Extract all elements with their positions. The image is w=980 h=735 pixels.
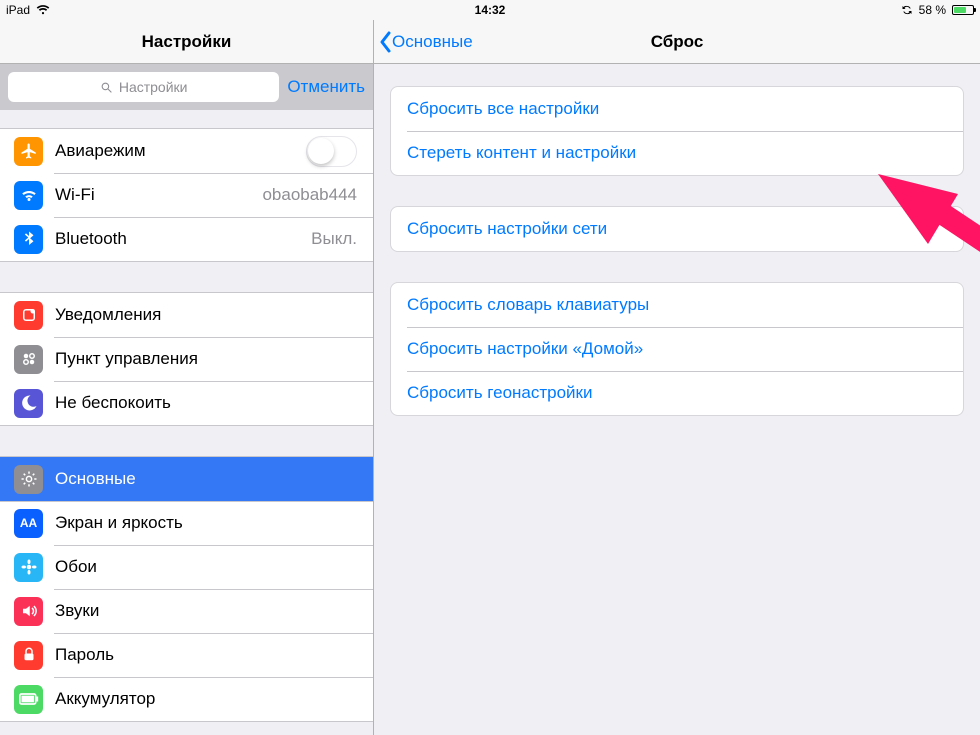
speaker-icon <box>14 597 43 626</box>
row-bluetooth[interactable]: Bluetooth Выкл. <box>0 217 373 261</box>
reset-group-2: Сбросить настройки сети <box>390 206 964 252</box>
right-navbar: Основные Сброс <box>374 20 980 64</box>
row-airplane[interactable]: Авиарежим <box>0 129 373 173</box>
back-button[interactable]: Основные <box>374 31 473 53</box>
row-label: Аккумулятор <box>55 689 357 709</box>
airplane-toggle[interactable] <box>306 136 357 167</box>
bluetooth-detail: Выкл. <box>311 229 357 249</box>
search-row: Настройки Отменить <box>0 64 373 110</box>
reset-network-settings[interactable]: Сбросить настройки сети <box>391 207 963 251</box>
wifi-detail: obaobab444 <box>262 185 357 205</box>
back-label: Основные <box>392 32 473 52</box>
search-icon <box>100 81 113 94</box>
sync-icon <box>901 4 913 16</box>
detail-pane: Основные Сброс Сбросить все настройки Ст… <box>374 20 980 735</box>
cell-label: Сбросить настройки «Домой» <box>407 339 643 359</box>
moon-icon <box>14 389 43 418</box>
sliders-icon <box>14 345 43 374</box>
row-label: Bluetooth <box>55 229 311 249</box>
group-notifications: Уведомления Пункт управления Не беспокои… <box>0 292 373 426</box>
row-label: Основные <box>55 469 357 489</box>
row-display[interactable]: AA Экран и яркость <box>0 501 373 545</box>
erase-all-content[interactable]: Стереть контент и настройки <box>391 131 963 175</box>
cell-label: Стереть контент и настройки <box>407 143 636 163</box>
row-battery[interactable]: Аккумулятор <box>0 677 373 721</box>
row-dnd[interactable]: Не беспокоить <box>0 381 373 425</box>
search-input[interactable]: Настройки <box>8 72 279 102</box>
cancel-button[interactable]: Отменить <box>287 77 365 97</box>
left-scroll[interactable]: Авиарежим Wi-Fi obaobab444 Bluetooth Вык… <box>0 110 373 735</box>
lock-icon <box>14 641 43 670</box>
row-control-center[interactable]: Пункт управления <box>0 337 373 381</box>
gear-icon <box>14 465 43 494</box>
cell-label: Сбросить геонастройки <box>407 383 593 403</box>
left-navbar: Настройки <box>0 20 373 64</box>
reset-home-layout[interactable]: Сбросить настройки «Домой» <box>391 327 963 371</box>
left-title: Настройки <box>142 32 232 52</box>
row-label: Уведомления <box>55 305 357 325</box>
reset-keyboard-dictionary[interactable]: Сбросить словарь клавиатуры <box>391 283 963 327</box>
wifi-icon <box>14 181 43 210</box>
search-placeholder: Настройки <box>119 79 188 95</box>
bluetooth-icon <box>14 225 43 254</box>
group-connectivity: Авиарежим Wi-Fi obaobab444 Bluetooth Вык… <box>0 128 373 262</box>
row-label: Обои <box>55 557 357 577</box>
row-general[interactable]: Основные <box>0 457 373 501</box>
cell-label: Сбросить все настройки <box>407 99 599 119</box>
right-title: Сброс <box>651 32 704 52</box>
reset-group-1: Сбросить все настройки Стереть контент и… <box>390 86 964 176</box>
clock: 14:32 <box>475 3 506 17</box>
chevron-left-icon <box>378 31 392 53</box>
flower-icon <box>14 553 43 582</box>
cell-label: Сбросить настройки сети <box>407 219 607 239</box>
reset-group-3: Сбросить словарь клавиатуры Сбросить нас… <box>390 282 964 416</box>
group-general: Основные AA Экран и яркость Обои Звуки П… <box>0 456 373 722</box>
row-notifications[interactable]: Уведомления <box>0 293 373 337</box>
row-sounds[interactable]: Звуки <box>0 589 373 633</box>
battery-percent: 58 % <box>919 3 946 17</box>
aa-icon: AA <box>14 509 43 538</box>
reset-location[interactable]: Сбросить геонастройки <box>391 371 963 415</box>
row-label: Пароль <box>55 645 357 665</box>
bell-icon <box>14 301 43 330</box>
row-label: Не беспокоить <box>55 393 357 413</box>
airplane-icon <box>14 137 43 166</box>
cell-label: Сбросить словарь клавиатуры <box>407 295 649 315</box>
row-label: Пункт управления <box>55 349 357 369</box>
row-label: Экран и яркость <box>55 513 357 533</box>
row-wifi[interactable]: Wi-Fi obaobab444 <box>0 173 373 217</box>
wifi-icon <box>36 5 50 15</box>
reset-all-settings[interactable]: Сбросить все настройки <box>391 87 963 131</box>
row-label: Авиарежим <box>55 141 306 161</box>
row-label: Звуки <box>55 601 357 621</box>
settings-sidebar: Настройки Настройки Отменить Авиарежим <box>0 20 374 735</box>
status-bar: iPad 14:32 58 % <box>0 0 980 20</box>
row-label: Wi-Fi <box>55 185 262 205</box>
battery-icon <box>14 685 43 714</box>
battery-icon <box>952 5 974 15</box>
device-label: iPad <box>6 3 30 17</box>
row-wallpaper[interactable]: Обои <box>0 545 373 589</box>
row-passcode[interactable]: Пароль <box>0 633 373 677</box>
